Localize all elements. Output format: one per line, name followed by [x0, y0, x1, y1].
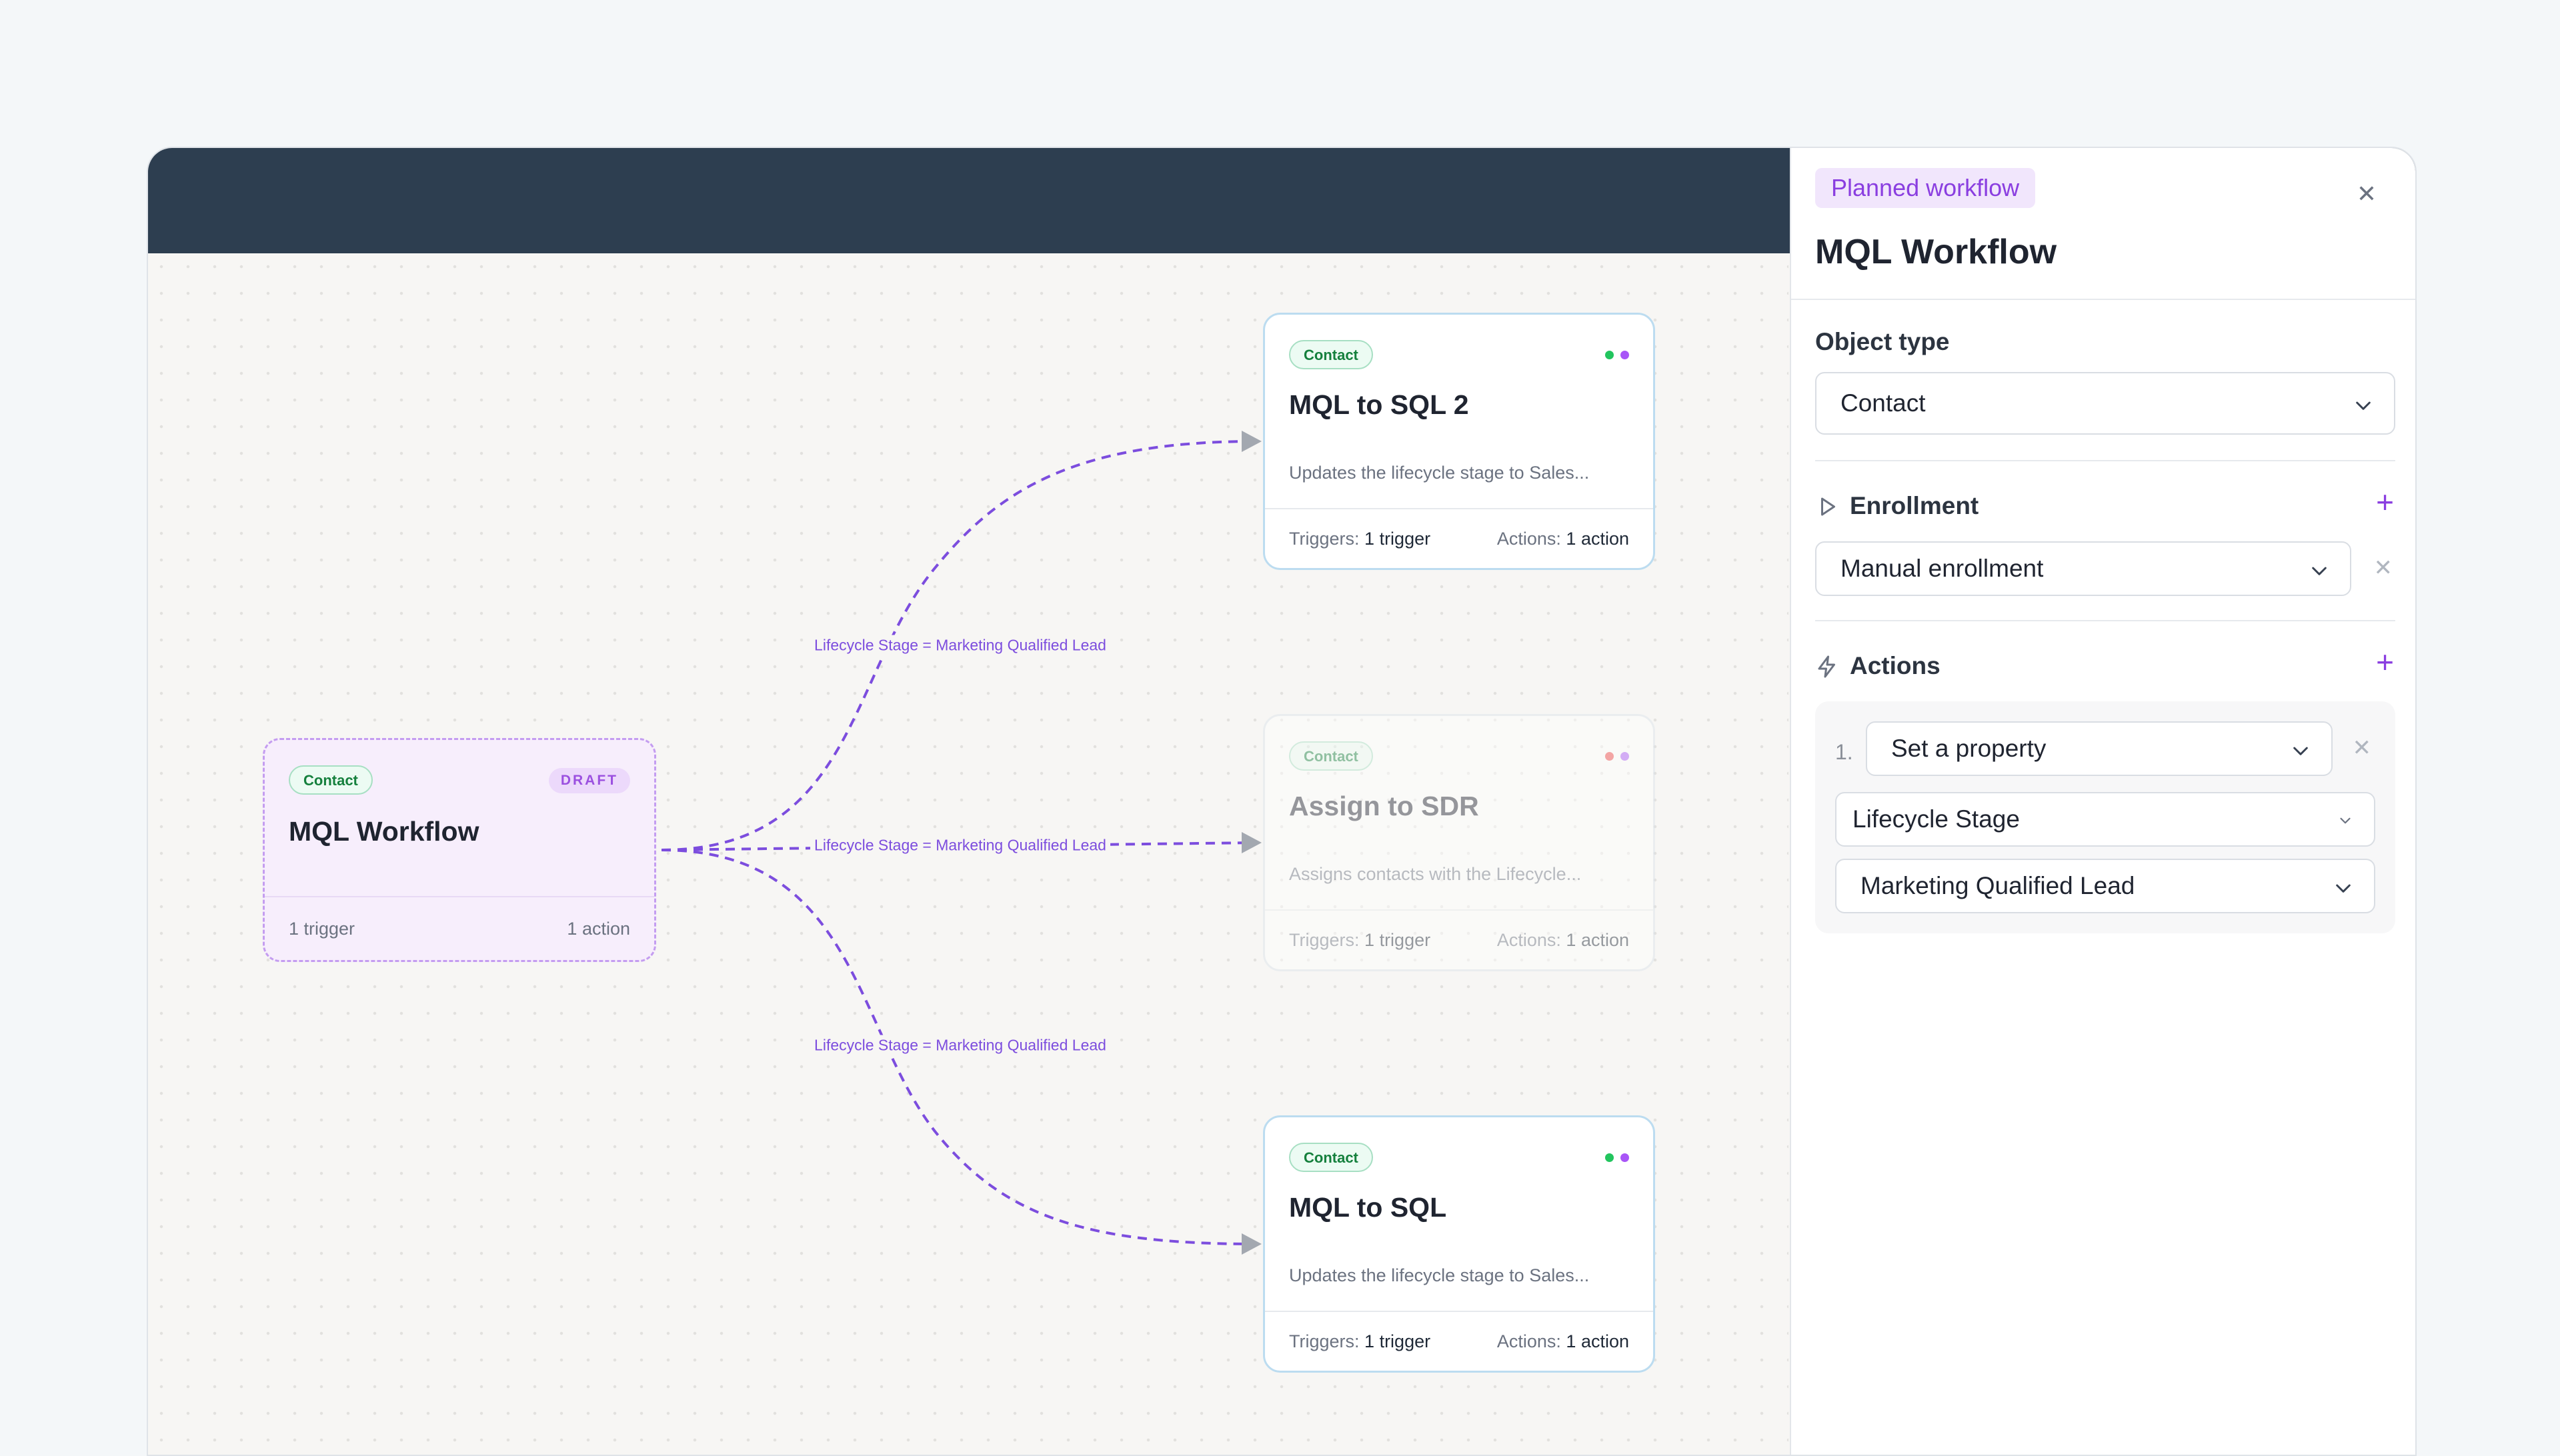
object-type-select[interactable]: Contact: [1815, 372, 2395, 435]
node-footer: Triggers: 1 trigger Actions: 1 action: [1265, 508, 1653, 568]
remove-enrollment-icon[interactable]: ✕: [2374, 555, 2393, 581]
divider: [1815, 460, 2395, 461]
node-description: Assigns contacts with the Lifecycle...: [1289, 864, 1582, 884]
play-outline-icon: [1821, 497, 1835, 516]
status-dots: [1605, 752, 1629, 761]
lightning-icon: [1818, 655, 1835, 678]
edge-label[interactable]: Lifecycle Stage = Marketing Qualified Le…: [810, 835, 1110, 856]
actions-label: Actions: [1850, 652, 1941, 679]
triggers-label: Triggers:: [1289, 528, 1360, 549]
trigger-count: 1 trigger: [289, 918, 355, 939]
status-dot: [1620, 351, 1629, 359]
property-select[interactable]: Lifecycle Stage: [1835, 792, 2375, 847]
chevron-down-icon: [2340, 817, 2351, 824]
status-dot: [1605, 1153, 1614, 1162]
object-type-tag: Contact: [289, 765, 373, 795]
action-type-select[interactable]: Set a property: [1866, 721, 2333, 776]
divider: [1791, 299, 2415, 300]
triggers-label: Triggers:: [1289, 929, 1360, 950]
object-type-tag: Contact: [1289, 1143, 1373, 1172]
action-count: 1 action: [1566, 929, 1629, 950]
chevron-down-icon: [2293, 747, 2308, 755]
object-type-tag: Contact: [1289, 340, 1373, 369]
actions-label: Actions:: [1496, 1331, 1561, 1351]
remove-action-icon[interactable]: ✕: [2353, 735, 2372, 761]
node-description: Updates the lifecycle stage to Sales...: [1289, 1265, 1590, 1285]
workflow-details-panel: Planned workflow ✕ MQL Workflow Object t…: [1790, 148, 2415, 1455]
status-dot: [1605, 752, 1614, 761]
edge-label[interactable]: Lifecycle Stage = Marketing Qualified Le…: [810, 635, 1110, 656]
actions-info: Actions: 1 action: [1497, 930, 1629, 951]
workflow-node-mql-to-sql-2[interactable]: Contact MQL to SQL 2 Updates the lifecyc…: [1263, 313, 1655, 570]
divider: [1815, 620, 2395, 621]
triggers-info: Triggers: 1 trigger: [1289, 1331, 1430, 1352]
node-title: MQL to SQL 2: [1289, 389, 1469, 420]
actions-label: Actions:: [1496, 929, 1561, 950]
status-dot: [1620, 752, 1629, 761]
object-type-label: Object type: [1815, 328, 1950, 355]
action-type-value: Set a property: [1891, 735, 2047, 762]
action-count: 1 action: [1566, 1331, 1629, 1351]
status-dots: [1605, 1153, 1629, 1162]
chevron-down-icon: [2312, 567, 2327, 575]
workflow-node-mql-to-sql[interactable]: Contact MQL to SQL Updates the lifecycle…: [1263, 1115, 1655, 1373]
actions-label: Actions:: [1496, 528, 1561, 549]
action-count: 1 action: [1566, 528, 1629, 549]
triggers-info: Triggers: 1 trigger: [1289, 930, 1430, 951]
enrollment-select[interactable]: Manual enrollment: [1815, 541, 2351, 596]
node-footer: Triggers: 1 trigger Actions: 1 action: [1265, 1311, 1653, 1371]
object-type-tag: Contact: [1289, 741, 1373, 771]
property-value-select[interactable]: Marketing Qualified Lead: [1835, 859, 2375, 913]
property-value-text: Marketing Qualified Lead: [1860, 872, 2135, 899]
close-icon[interactable]: ✕: [2357, 180, 2377, 208]
actions-info: Actions: 1 action: [1497, 1331, 1629, 1352]
status-dots: [1605, 351, 1629, 359]
status-dot: [1605, 351, 1614, 359]
triggers-info: Triggers: 1 trigger: [1289, 529, 1430, 549]
workflow-window: Lifecycle Stage = Marketing Qualified Le…: [147, 147, 2417, 1456]
node-title: MQL Workflow: [289, 816, 479, 847]
enrollment-value: Manual enrollment: [1840, 555, 2044, 582]
node-footer: Triggers: 1 trigger Actions: 1 action: [1265, 909, 1653, 969]
workflow-node-assign-to-sdr[interactable]: Contact Assign to SDR Assigns contacts w…: [1263, 714, 1655, 971]
trigger-count: 1 trigger: [1364, 929, 1431, 950]
add-action-icon[interactable]: +: [2376, 644, 2394, 680]
object-type-value: Contact: [1840, 389, 1926, 417]
chevron-down-icon: [2336, 884, 2351, 893]
step-number: 1.: [1835, 740, 1853, 764]
draft-badge: DRAFT: [548, 768, 630, 793]
action-step-card: 1. Set a property ✕ Lifecycle Stage Mark…: [1815, 701, 2395, 933]
trigger-count: 1 trigger: [1364, 1331, 1431, 1351]
planned-workflow-badge: Planned workflow: [1815, 168, 2036, 208]
panel-title: MQL Workflow: [1815, 233, 2057, 271]
action-count: 1 action: [567, 918, 630, 939]
trigger-count: 1 trigger: [1364, 528, 1431, 549]
actions-info: Actions: 1 action: [1497, 529, 1629, 549]
property-value: Lifecycle Stage: [1852, 805, 2020, 833]
triggers-label: Triggers:: [1289, 1331, 1360, 1351]
node-description: Updates the lifecycle stage to Sales...: [1289, 463, 1590, 483]
node-footer: 1 trigger 1 action: [265, 896, 654, 960]
source-workflow-node[interactable]: Contact DRAFT MQL Workflow 1 trigger 1 a…: [263, 738, 656, 962]
chevron-down-icon: [2356, 401, 2371, 410]
node-title: MQL to SQL: [1289, 1192, 1447, 1223]
enrollment-label: Enrollment: [1850, 492, 1979, 519]
node-title: Assign to SDR: [1289, 791, 1479, 821]
status-dot: [1620, 1153, 1629, 1162]
add-enrollment-icon[interactable]: +: [2376, 484, 2394, 520]
edge-label[interactable]: Lifecycle Stage = Marketing Qualified Le…: [810, 1035, 1110, 1056]
